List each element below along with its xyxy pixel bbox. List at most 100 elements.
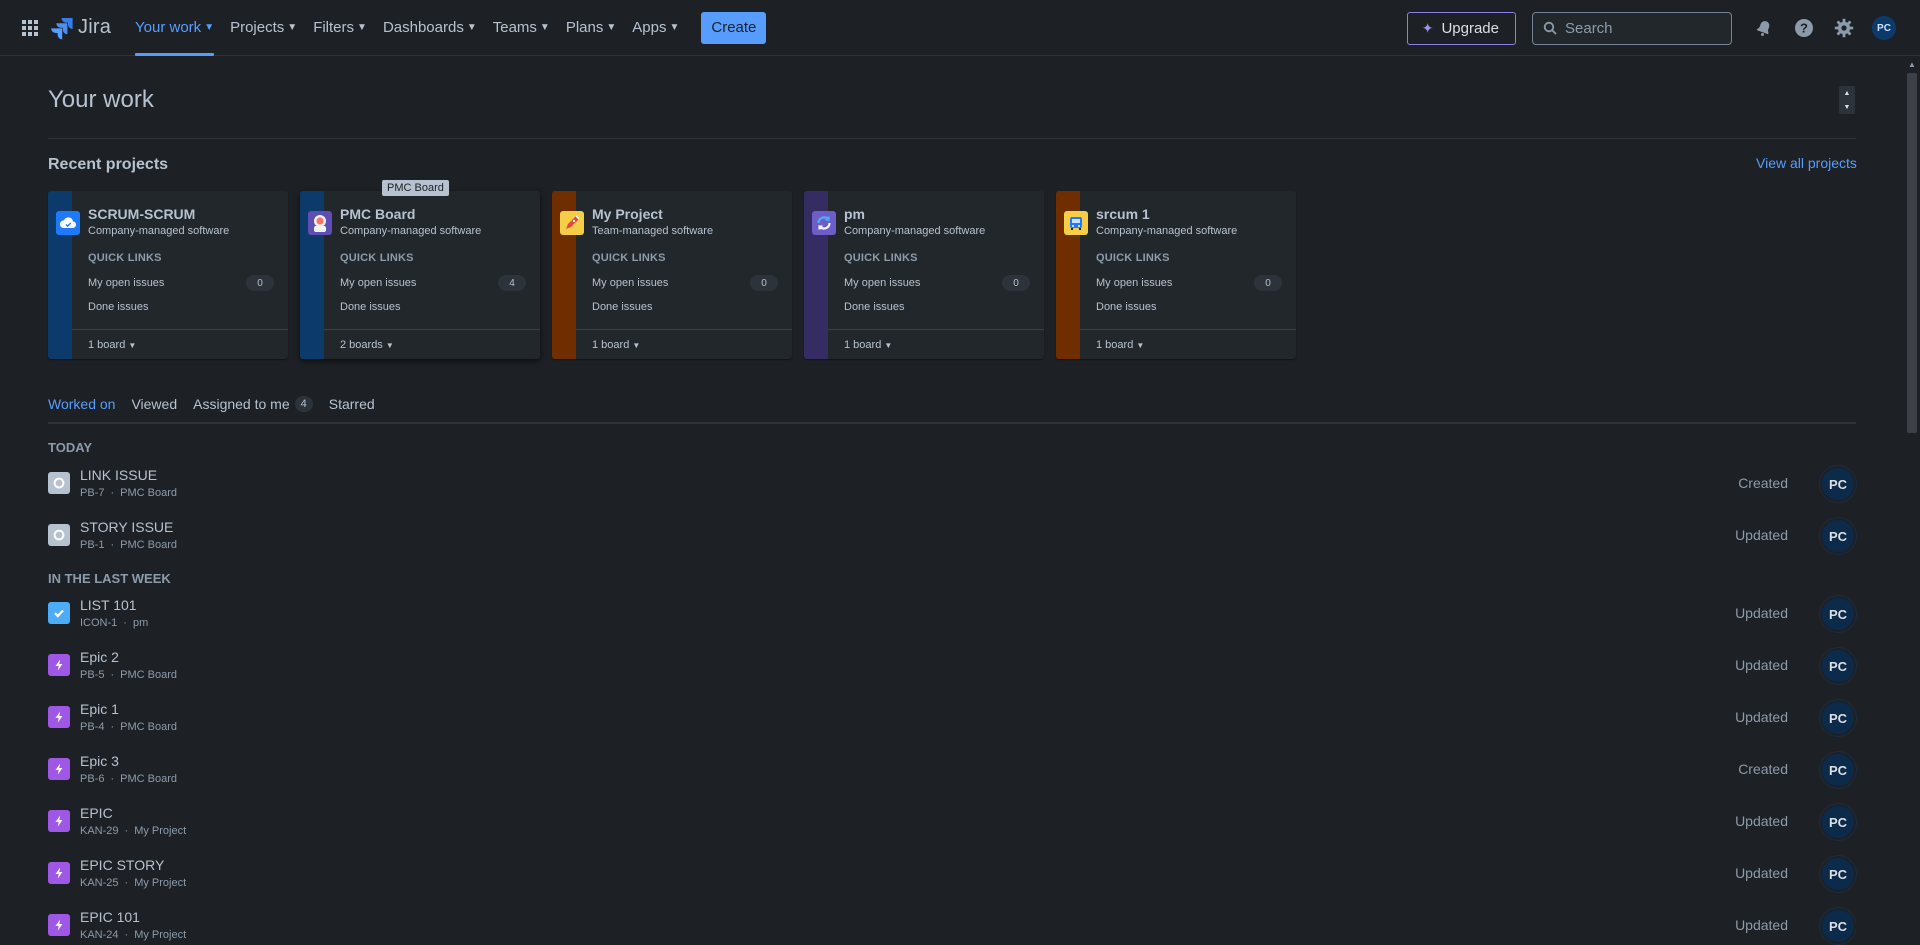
list-item[interactable]: Epic 1 PB-4 · PMC Board Updated PC [48,694,1856,742]
done-issues-link[interactable]: Done issues [592,301,653,313]
project-name: pm [844,206,865,222]
activity-status: Created [1738,761,1788,777]
project-card[interactable]: PMC Board Company-managed software QUICK… [300,191,540,359]
nav-projects[interactable]: Projects ▼ [222,0,305,56]
chevron-down-icon: ▼ [606,22,617,33]
issue-meta: PB-6 · PMC Board [80,773,177,785]
epic-lightning-icon [48,862,70,884]
top-navigation: Jira Your work ▼ Projects ▼ Filters ▼ Dashb… [0,0,1920,56]
list-item[interactable]: EPIC KAN-29 · My Project Updated PC [48,798,1856,846]
boards-dropdown[interactable]: 2 boards ▼ [340,339,394,351]
project-type: Company-managed software [340,225,482,237]
upgrade-button[interactable]: ✦ Upgrade [1406,11,1516,45]
group-heading-today: TODAY [48,440,93,455]
list-item[interactable]: Epic 2 PB-5 · PMC Board Updated PC [48,642,1856,690]
nav-teams[interactable]: Teams ▼ [485,0,558,56]
tab-starred[interactable]: Starred [329,396,375,424]
issue-project: PMC Board [120,669,177,681]
tab-assigned-to-me[interactable]: Assigned to me 4 [193,396,313,424]
my-open-issues-link[interactable]: My open issues [592,277,668,289]
activity-status: Updated [1735,709,1788,725]
chevron-down-icon: ▼ [884,341,893,350]
project-name: PMC Board [340,206,416,222]
issue-title: EPIC STORY [80,857,165,873]
done-issues-link[interactable]: Done issues [88,301,149,313]
open-issues-count: 4 [498,275,526,291]
list-item[interactable]: STORY ISSUE PB-1 · PMC Board Updated PC [48,512,1856,560]
quick-links-label: QUICK LINKS [592,252,666,264]
issue-key: PB-6 [80,773,105,785]
avatar: PC [1820,856,1856,892]
nav-your-work[interactable]: Your work ▼ [127,0,222,56]
activity-status: Updated [1735,657,1788,673]
activity-status: Updated [1735,917,1788,933]
nav-dashboards[interactable]: Dashboards ▼ [375,0,485,56]
scrollbar-thumb[interactable] [1907,73,1917,433]
my-open-issues-link[interactable]: My open issues [844,277,920,289]
done-issues-link[interactable]: Done issues [844,301,905,313]
issue-meta: KAN-29 · My Project [80,825,187,837]
nav-label: Apps [632,19,667,36]
issue-project: PMC Board [120,721,177,733]
help-button[interactable]: ? [1788,12,1820,44]
settings-button[interactable] [1828,12,1860,44]
nav-right-group: ✦ Upgrade ? [1406,0,1920,56]
nav-filters[interactable]: Filters ▼ [305,0,375,56]
chevron-down-icon: ▼ [539,22,550,33]
my-open-issues-link[interactable]: My open issues [340,277,416,289]
scroll-up-icon[interactable]: ▲ [1904,56,1920,72]
view-all-projects-link[interactable]: View all projects [1756,155,1857,171]
nav-label: Dashboards [382,19,464,36]
done-issues-link[interactable]: Done issues [1096,301,1157,313]
issue-project: PMC Board [120,773,177,785]
chevron-down-icon: ▼ [1136,341,1145,350]
epic-lightning-icon [48,810,70,832]
tab-label: Worked on [48,396,116,412]
list-item[interactable]: Epic 3 PB-6 · PMC Board Created PC [48,746,1856,794]
nav-plans[interactable]: Plans ▼ [558,0,624,56]
nav-label: Your work [135,19,202,36]
open-issues-count: 0 [750,275,778,291]
list-item[interactable]: EPIC STORY KAN-25 · My Project Updated PC [48,850,1856,898]
cloud-icon [56,211,80,235]
user-avatar[interactable]: PC [1872,16,1896,40]
app-switcher-button[interactable] [14,12,46,44]
page-scrollbar[interactable]: ▲ [1904,56,1920,945]
search-input[interactable] [1565,19,1715,37]
rocket-icon [560,211,584,235]
tooltip: PMC Board [382,180,449,196]
my-open-issues-link[interactable]: My open issues [88,277,164,289]
project-card[interactable]: pm Company-managed software QUICK LINKS … [804,191,1044,359]
nav-label: Filters [313,19,355,36]
tab-worked-on[interactable]: Worked on [48,396,116,424]
issue-key: PB-4 [80,721,105,733]
boards-dropdown[interactable]: 1 board ▼ [88,339,136,351]
done-issues-link[interactable]: Done issues [340,301,401,313]
epic-lightning-icon [48,914,70,936]
project-name: My Project [592,206,663,222]
project-card[interactable]: My Project Team-managed software QUICK L… [552,191,792,359]
list-item[interactable]: LINK ISSUE PB-7 · PMC Board Created PC [48,460,1856,508]
open-issues-count: 0 [1254,275,1282,291]
list-item[interactable]: EPIC 101 KAN-24 · My Project Updated PC [48,902,1856,945]
jira-logo[interactable]: Jira [50,16,111,40]
notifications-button[interactable] [1748,12,1780,44]
boards-dropdown[interactable]: 1 board ▼ [1096,339,1144,351]
boards-label: 1 board [844,339,882,351]
issue-key: KAN-29 [80,825,119,837]
boards-dropdown[interactable]: 1 board ▼ [844,339,892,351]
bell-icon [1756,21,1770,36]
boards-dropdown[interactable]: 1 board ▼ [592,339,640,351]
create-button[interactable]: Create [701,11,767,44]
my-open-issues-link[interactable]: My open issues [1096,277,1172,289]
list-item[interactable]: LIST 101 ICON-1 · pm Updated PC [48,590,1856,638]
project-type: Team-managed software [592,225,714,237]
tab-viewed[interactable]: Viewed [131,396,177,424]
project-card[interactable]: srcum 1 Company-managed software QUICK L… [1056,191,1296,359]
activity-status: Updated [1735,813,1788,829]
nav-apps[interactable]: Apps ▼ [624,0,687,56]
scroll-stepper[interactable]: ▲ ▼ [1839,86,1855,114]
project-card[interactable]: SCRUM-SCRUM Company-managed software QUI… [48,191,288,359]
epic-lightning-icon [48,706,70,728]
issue-meta: KAN-24 · My Project [80,929,187,941]
